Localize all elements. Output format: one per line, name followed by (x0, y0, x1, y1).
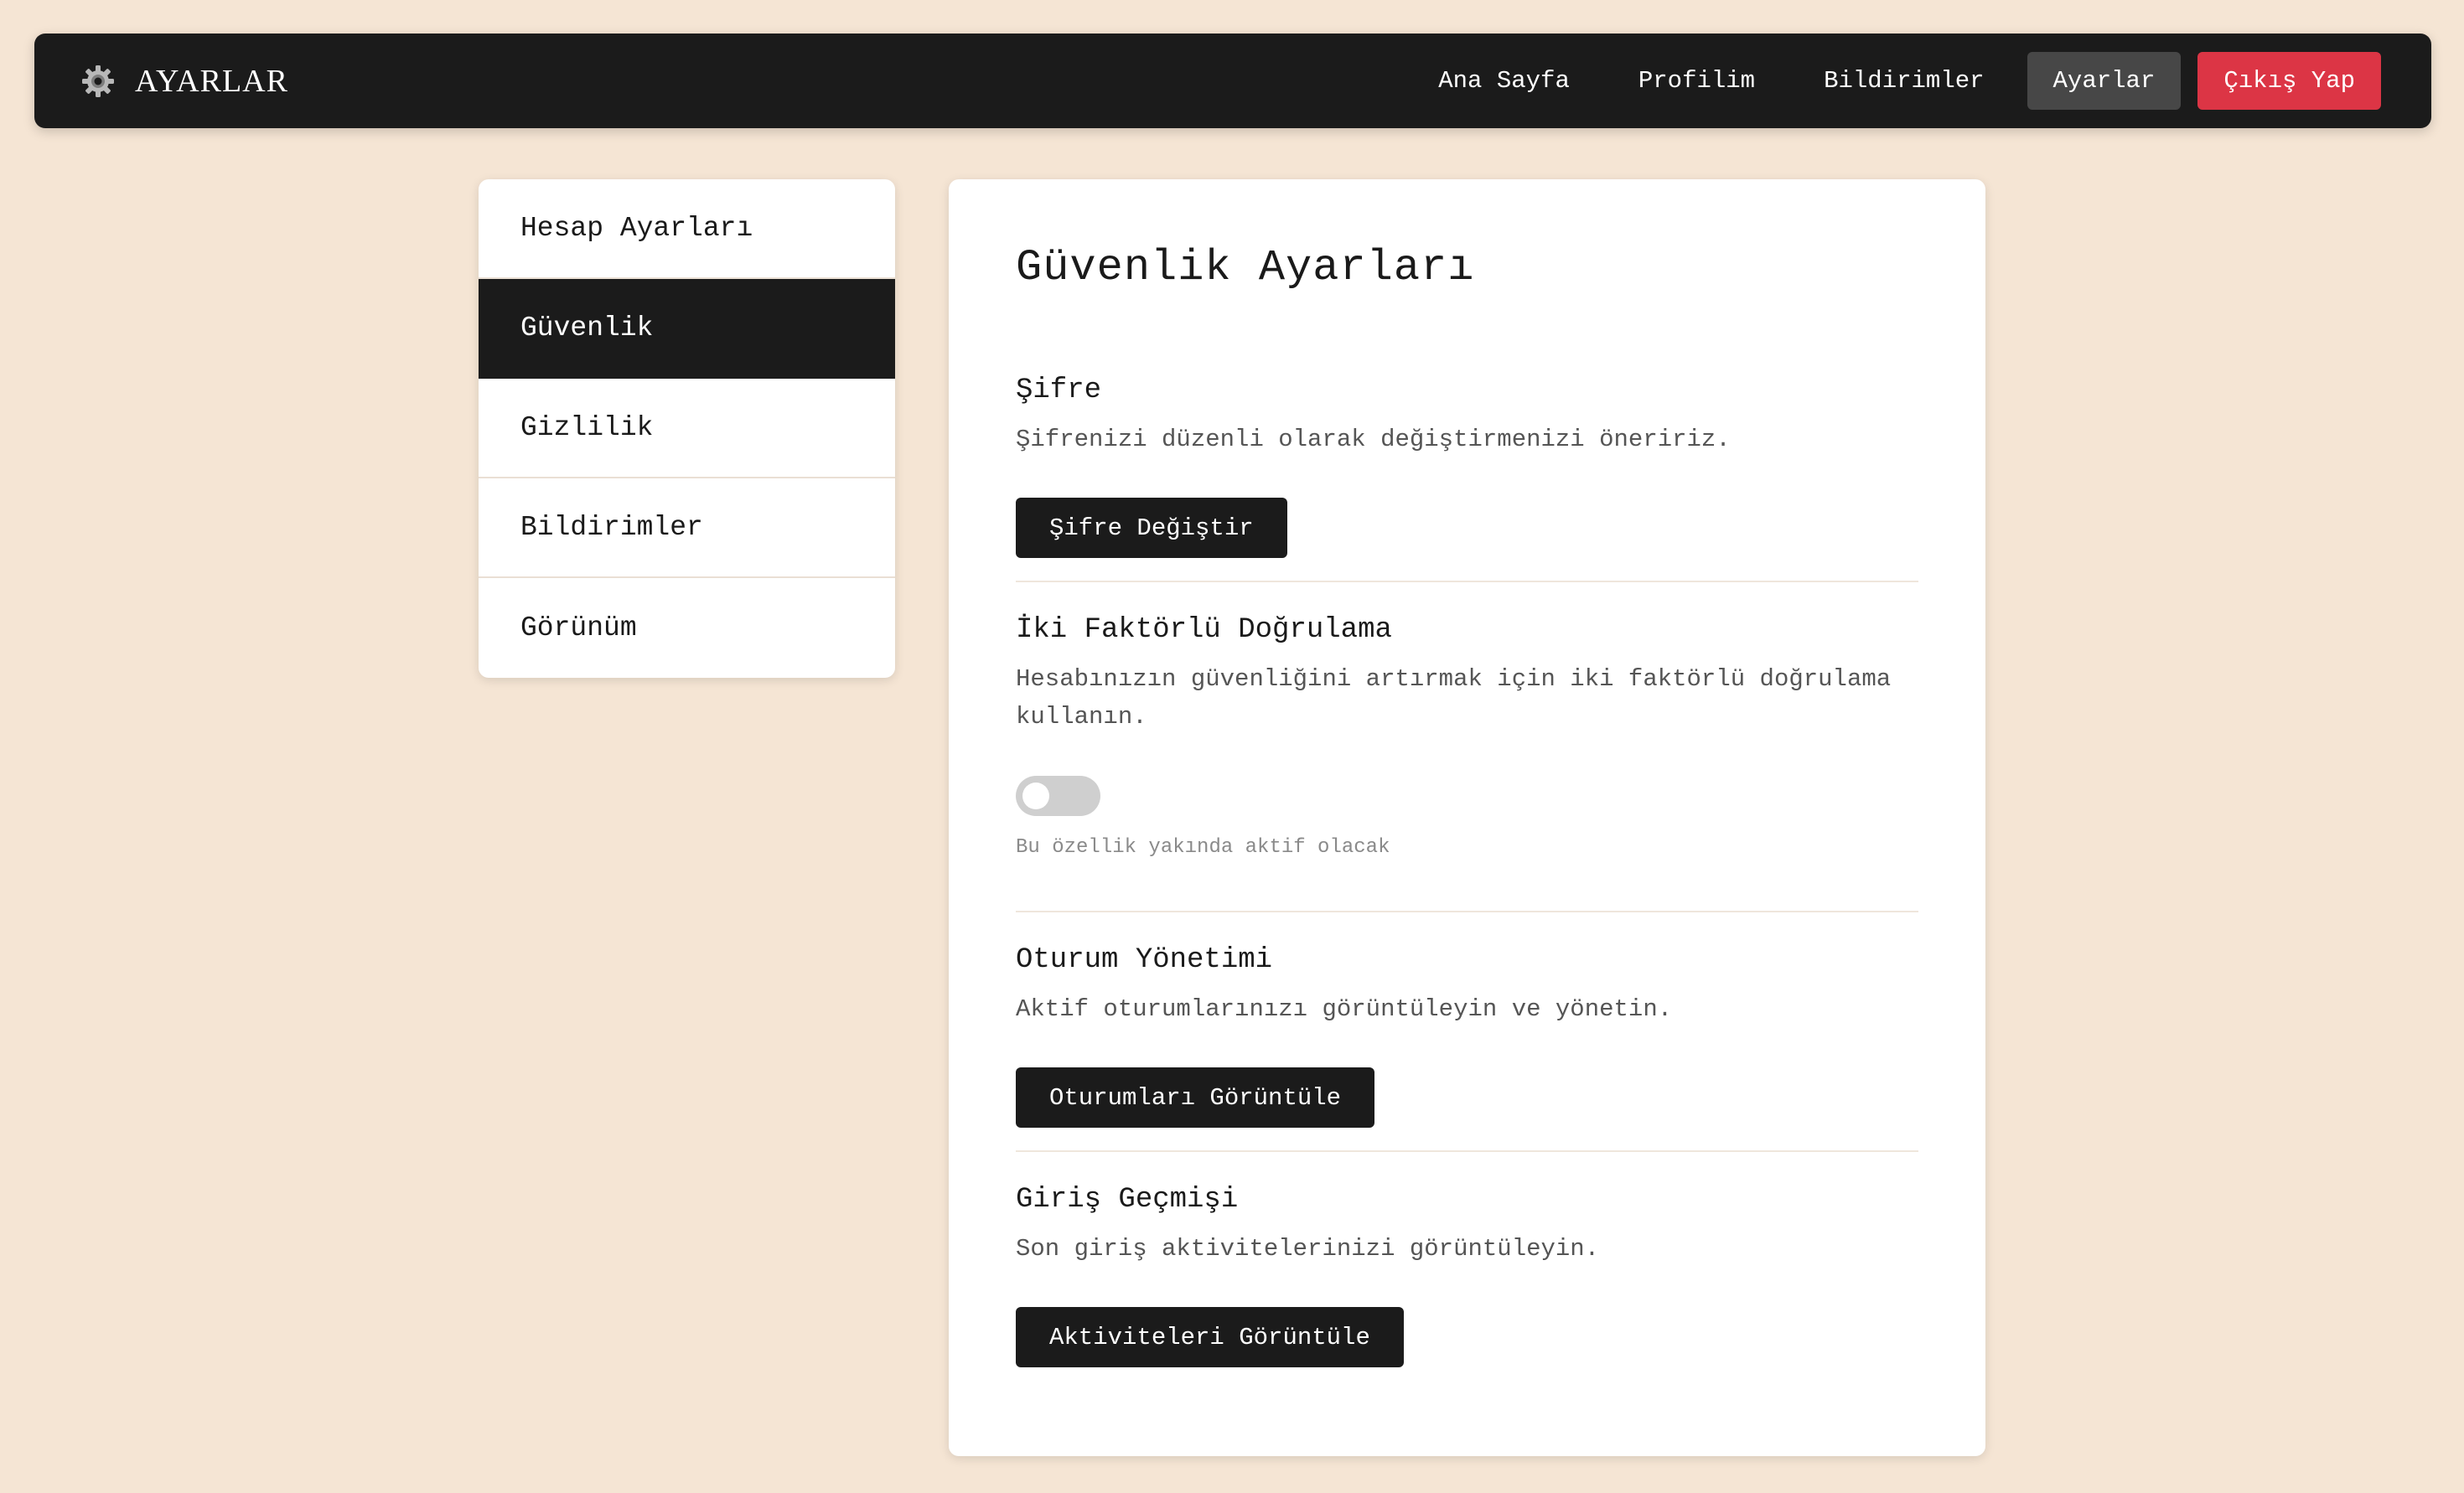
settings-sidebar: Hesap Ayarları Güvenlik Gizlilik Bildiri… (479, 179, 895, 678)
nav-link-settings[interactable]: Ayarlar (2027, 52, 2182, 110)
logout-button[interactable]: Çıkış Yap (2197, 52, 2381, 110)
nav-link-profile[interactable]: Profilim (1612, 52, 1781, 110)
login-history-section-title: Giriş Geçmişi (1016, 1184, 1239, 1216)
sidebar-item-privacy[interactable]: Gizlilik (479, 379, 895, 478)
password-section-description: Şifrenizi düzenli olarak değiştirmenizi … (1016, 425, 1731, 453)
section-divider (1016, 911, 1918, 912)
section-divider (1016, 1150, 1918, 1152)
password-section: Şifre Şifrenizi düzenli olarak değiştirm… (1016, 374, 1918, 566)
sidebar-item-appearance[interactable]: Görünüm (479, 578, 895, 678)
sessions-section-description: Aktif oturumlarınızı görüntüleyin ve yön… (1016, 994, 1673, 1023)
two-factor-section-title: İki Faktörlü Doğrulama (1016, 614, 1392, 646)
change-password-button[interactable]: Şifre Değiştir (1016, 498, 1287, 558)
password-section-title: Şifre (1016, 375, 1102, 406)
view-activities-button[interactable]: Aktiviteleri Görüntüle (1016, 1307, 1404, 1367)
two-factor-toggle[interactable] (1016, 776, 1100, 816)
brand-title: AYARLAR (135, 63, 288, 99)
nav-link-home[interactable]: Ana Sayfa (1412, 52, 1596, 110)
nav-links: Ana Sayfa Profilim Bildirimler Ayarlar Ç… (1412, 34, 2381, 128)
two-factor-section-description: Hesabınızın güvenliğini artırmak için ik… (1016, 664, 1892, 731)
top-navbar: AYARLAR Ana Sayfa Profilim Bildirimler A… (34, 34, 2431, 128)
security-settings-card: Güvenlik Ayarları Şifre Şifrenizi düzenl… (949, 179, 1985, 1456)
sidebar-item-account-settings[interactable]: Hesap Ayarları (479, 179, 895, 279)
login-history-section-description: Son giriş aktivitelerinizi görüntüleyin. (1016, 1234, 1600, 1263)
login-history-section: Giriş Geçmişi Son giriş aktivitelerinizi… (1016, 1183, 1918, 1376)
toggle-knob (1022, 783, 1049, 809)
two-factor-note: Bu özellik yakında aktif olacak (1016, 836, 1390, 859)
view-sessions-button[interactable]: Oturumları Görüntüle (1016, 1067, 1375, 1128)
sidebar-item-security[interactable]: Güvenlik (479, 279, 895, 379)
gear-icon (82, 65, 114, 97)
sidebar-item-notifications[interactable]: Bildirimler (479, 478, 895, 578)
sessions-section: Oturum Yönetimi Aktif oturumlarınızı gör… (1016, 943, 1918, 1136)
section-divider (1016, 581, 1918, 582)
two-factor-section: İki Faktörlü Doğrulama Hesabınızın güven… (1016, 613, 1918, 865)
page-title: Güvenlik Ayarları (1016, 243, 1475, 292)
sessions-section-title: Oturum Yönetimi (1016, 944, 1273, 976)
brand: AYARLAR (81, 34, 288, 128)
nav-link-notifications[interactable]: Bildirimler (1798, 52, 2010, 110)
